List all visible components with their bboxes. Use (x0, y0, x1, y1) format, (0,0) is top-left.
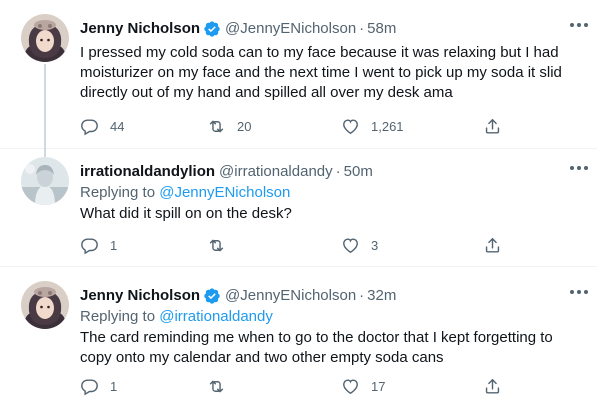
tweet-header: Jenny Nicholson @JennyENicholson · 32m (80, 285, 577, 306)
reply-icon (81, 237, 98, 254)
separator: · (359, 20, 365, 37)
avatar[interactable] (21, 14, 69, 62)
reply-count: 1 (110, 237, 118, 253)
verified-badge-icon (204, 287, 220, 304)
display-name[interactable]: irrationaldandylion (80, 163, 215, 180)
like-button[interactable]: 3 (341, 234, 378, 256)
replying-to-label: Replying to (80, 308, 160, 325)
more-icon[interactable] (569, 285, 589, 299)
replying-to-link[interactable]: @irrationaldandy (159, 308, 273, 325)
tweet[interactable]: Jenny Nicholson @JennyENicholson · 58m I… (0, 0, 597, 160)
tweet[interactable]: Jenny Nicholson @JennyENicholson · 32m R… (0, 267, 597, 410)
display-name[interactable]: Jenny Nicholson (80, 287, 200, 304)
timestamp[interactable]: 50m (344, 163, 373, 180)
replying-to-label: Replying to (80, 184, 160, 201)
like-button[interactable]: 1,261 (341, 115, 404, 137)
tweet-text: What did it spill on on the desk? (80, 205, 292, 222)
like-icon (343, 378, 358, 394)
retweet-icon (209, 120, 224, 132)
display-name[interactable]: Jenny Nicholson (80, 20, 200, 37)
share-button[interactable] (483, 375, 502, 397)
share-icon (485, 118, 500, 134)
reply-button[interactable]: 44 (80, 115, 124, 137)
reply-count: 1 (110, 378, 118, 394)
more-icon[interactable] (569, 161, 589, 175)
timestamp[interactable]: 32m (367, 287, 396, 304)
tweet-text: I pressed my cold soda can to my face be… (80, 44, 562, 101)
tweet-actions: 1 17 (80, 375, 510, 397)
retweet-icon (209, 380, 224, 392)
thread-line (44, 64, 46, 160)
replying-to: Replying to @irrationaldandy (80, 307, 577, 327)
reply-count: 44 (110, 118, 125, 134)
verified-badge-icon (204, 20, 220, 37)
retweet-button[interactable]: 20 (207, 115, 251, 137)
like-icon (343, 237, 358, 253)
like-icon (343, 118, 358, 134)
retweet-button[interactable] (207, 234, 237, 256)
like-button[interactable]: 17 (341, 375, 385, 397)
reply-button[interactable]: 1 (80, 375, 117, 397)
tweet-text: The card reminding me when to go to the … (80, 329, 553, 366)
handle[interactable]: @JennyENicholson (225, 20, 356, 37)
share-icon (485, 237, 500, 253)
retweet-icon (209, 239, 224, 251)
tweet[interactable]: irrationaldandylion @irrationaldandy · 5… (0, 149, 597, 267)
share-button[interactable] (483, 234, 502, 256)
reply-button[interactable]: 1 (80, 234, 117, 256)
separator: · (359, 287, 365, 304)
timestamp[interactable]: 58m (367, 20, 396, 37)
avatar[interactable] (21, 281, 69, 329)
reply-icon (81, 118, 98, 135)
share-button[interactable] (483, 115, 502, 137)
like-count: 17 (371, 378, 386, 394)
avatar[interactable] (21, 157, 69, 205)
replying-to: Replying to @JennyENicholson (80, 183, 577, 203)
handle[interactable]: @irrationaldandy (219, 163, 333, 180)
replying-to-link[interactable]: @JennyENicholson (159, 184, 290, 201)
like-count: 3 (371, 237, 379, 253)
reply-icon (81, 378, 98, 395)
like-count: 1,261 (371, 118, 404, 134)
more-icon[interactable] (569, 18, 589, 32)
separator: · (335, 163, 341, 180)
tweet-header: irrationaldandylion @irrationaldandy · 5… (80, 161, 577, 182)
retweet-button[interactable] (207, 375, 237, 397)
tweet-actions: 44 20 1,261 (80, 115, 510, 137)
retweet-count: 20 (237, 118, 252, 134)
tweet-actions: 1 3 (80, 234, 510, 256)
handle[interactable]: @JennyENicholson (225, 287, 356, 304)
tweet-header: Jenny Nicholson @JennyENicholson · 58m (80, 18, 577, 39)
share-icon (485, 378, 500, 394)
